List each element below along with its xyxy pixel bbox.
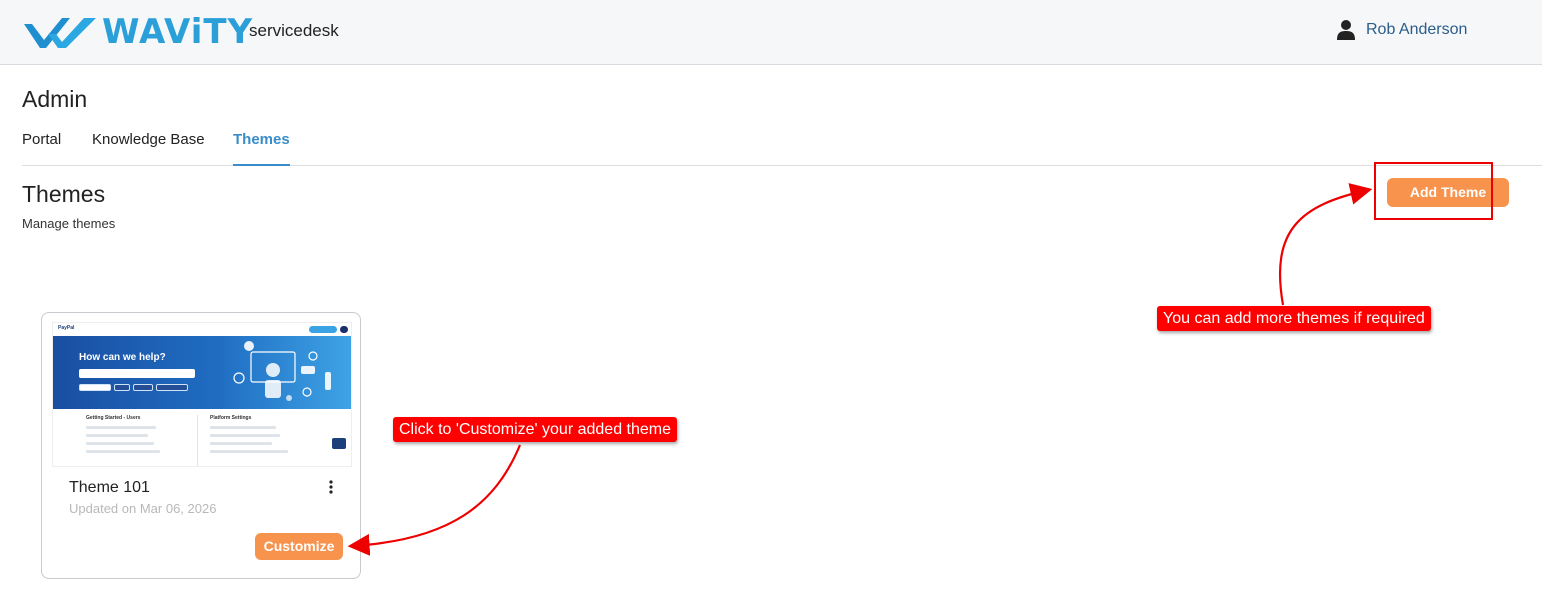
admin-tabs: Portal Knowledge Base Themes [22, 118, 1542, 166]
tab-themes[interactable]: Themes [233, 131, 290, 166]
top-bar: WAViTY servicedesk Rob Anderson [0, 0, 1542, 65]
user-menu[interactable]: Rob Anderson [1336, 19, 1467, 41]
theme-updated-date: Updated on Mar 06, 2026 [69, 501, 217, 516]
preview-line [210, 434, 280, 437]
preview-hero-title: How can we help? [79, 352, 166, 363]
section-subtitle: Manage themes [22, 216, 116, 231]
preview-line [86, 426, 156, 429]
page-title: Admin [22, 86, 88, 112]
preview-chip [133, 384, 153, 391]
customize-arrow [347, 444, 522, 556]
add-theme-highlight-box [1374, 162, 1493, 220]
logo-text: WAViTY [102, 12, 254, 52]
section-title: Themes [22, 181, 106, 207]
preview-avatar [340, 326, 348, 333]
preview-line [210, 450, 288, 453]
add-theme-arrow [1278, 183, 1373, 306]
preview-chip [79, 384, 111, 391]
preview-nav-pill [309, 326, 337, 333]
preview-search-bar [79, 369, 195, 378]
preview-chat-button [332, 438, 346, 449]
tab-portal[interactable]: Portal [22, 131, 61, 166]
preview-line [210, 442, 272, 445]
more-vertical-icon[interactable] [326, 479, 336, 495]
preview-hero: How can we help? [53, 336, 351, 409]
preview-chips [79, 384, 191, 391]
preview-column: Getting Started - Users [86, 415, 198, 466]
preview-illustration-icon [233, 341, 331, 401]
preview-column-title: Platform Settings [210, 415, 252, 421]
wavity-logo[interactable]: WAViTY [22, 12, 253, 52]
preview-navbar: PayPal [53, 323, 351, 336]
preview-body: Getting Started - Users Platform Setting… [53, 409, 351, 466]
preview-line [210, 426, 276, 429]
preview-brand: PayPal [58, 325, 75, 331]
tab-knowledge-base[interactable]: Knowledge Base [92, 131, 205, 166]
theme-card[interactable]: PayPal How can we help? Getting Started … [41, 312, 361, 579]
customize-annotation: Click to 'Customize' your added theme [393, 417, 678, 442]
preview-column: Platform Settings [210, 415, 322, 466]
user-icon [1337, 20, 1355, 40]
theme-name: Theme 101 [69, 479, 150, 496]
customize-button[interactable]: Customize [255, 533, 343, 560]
preview-line [86, 442, 154, 445]
preview-line [86, 434, 148, 437]
user-name: Rob Anderson [1366, 21, 1468, 38]
preview-column-title: Getting Started - Users [86, 415, 141, 421]
add-theme-annotation: You can add more themes if required [1157, 306, 1431, 331]
preview-line [86, 450, 160, 453]
logo-check-icon [24, 18, 96, 48]
theme-preview-thumbnail[interactable]: PayPal How can we help? Getting Started … [52, 322, 352, 467]
product-name: servicedesk [249, 21, 339, 40]
preview-chip [156, 384, 188, 391]
preview-chip [114, 384, 130, 391]
